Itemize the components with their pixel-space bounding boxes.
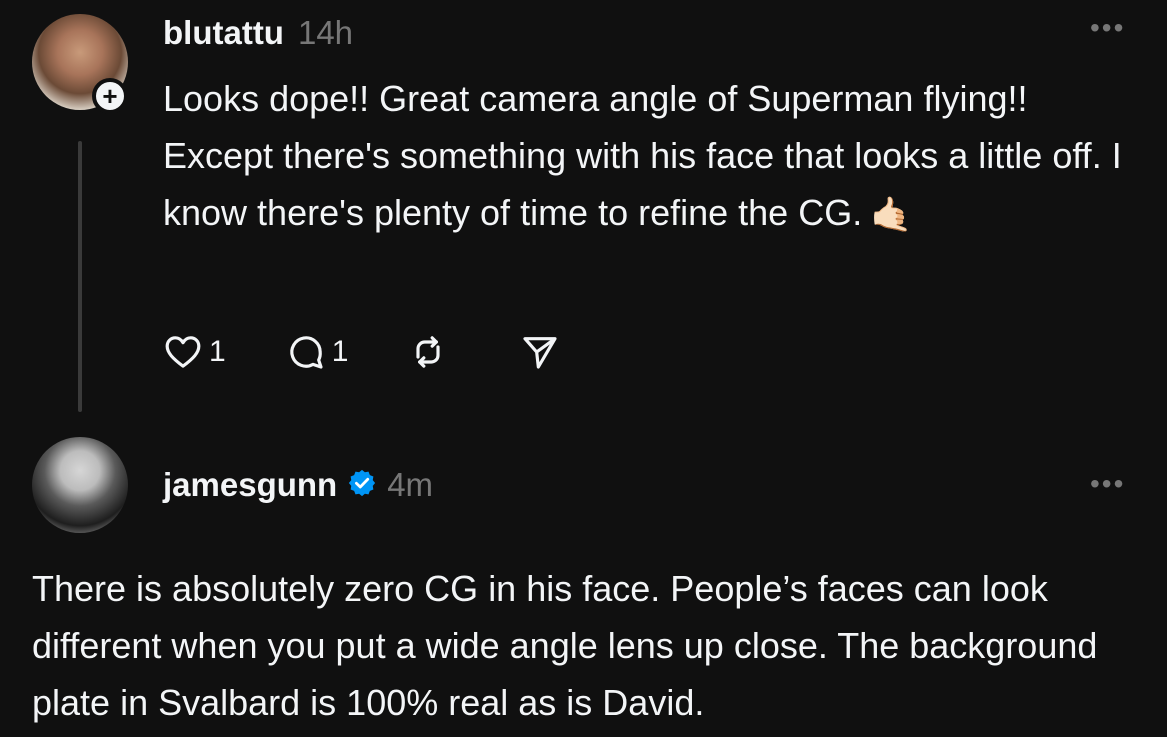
username[interactable]: blutattu [163,14,284,52]
comment-icon [286,332,326,372]
follow-plus-icon[interactable]: + [92,78,128,114]
like-count: 1 [209,335,226,368]
post-text: There is absolutely zero CG in his face.… [32,568,1098,723]
timestamp: 4m [387,466,434,503]
repost-icon [408,332,448,372]
reply-count: 1 [331,335,349,368]
more-icon[interactable]: ••• [1090,14,1125,42]
post-header: blutattu 14h [163,14,353,52]
repost-button[interactable] [408,332,448,372]
avatar-jamesgunn[interactable] [32,437,128,533]
post-header: jamesgunn 4m [163,466,433,504]
share-button[interactable] [520,332,560,372]
heart-icon [163,332,203,372]
timestamp: 14h [297,14,354,51]
post-actions: 1 1 [163,330,560,374]
thread-line [78,141,82,412]
call-me-hand-emoji: 🤙🏻 [870,195,913,234]
post-body: Looks dope!! Great camera angle of Super… [163,78,1122,233]
comment-button[interactable]: 1 [286,332,349,372]
share-icon [520,332,560,372]
like-button[interactable]: 1 [163,332,226,372]
username[interactable]: jamesgunn [163,466,337,504]
post-text: Looks dope!! Great camera angle of Super… [163,70,1123,244]
more-icon[interactable]: ••• [1090,470,1125,498]
verified-badge-icon [347,468,377,503]
